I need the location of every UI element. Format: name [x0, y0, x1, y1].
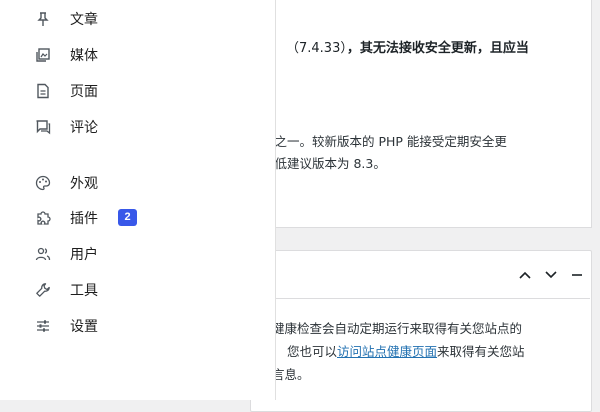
site-health-line-3: 言息。: [272, 367, 310, 382]
users-icon: [34, 245, 52, 263]
admin-menu: 文章 媒体 页面 评论 外观 插件 2 用户 工具 设置: [0, 0, 275, 400]
plugins-update-badge: 2: [118, 209, 137, 226]
site-health-controls: [517, 266, 585, 284]
menu-item-settings[interactable]: 设置: [0, 311, 275, 341]
chevron-down-icon[interactable]: [543, 266, 559, 284]
php-notice-heading: （7.4.33），其无法接收安全更新，且应当: [286, 38, 586, 60]
menu-item-appearance[interactable]: 外观: [0, 168, 275, 198]
menu-item-posts[interactable]: 文章: [0, 4, 275, 34]
php-notice-line-1: 言之一。较新版本的 PHP 能接受定期安全更: [262, 134, 507, 149]
menu-label-settings: 设置: [70, 319, 98, 335]
php-notice-line-2: 最低建议版本为 8.3。: [262, 156, 386, 171]
menu-item-users[interactable]: 用户: [0, 239, 275, 269]
menu-item-comments[interactable]: 评论: [0, 112, 275, 142]
site-health-line-2: 您也可以访问站点健康页面来取得有关您站: [287, 341, 525, 363]
site-health-line-2-prefix: 您也可以: [287, 344, 338, 359]
php-version: （7.4.33）: [286, 41, 347, 56]
menu-label-posts: 文章: [70, 12, 98, 28]
menu-item-tools[interactable]: 工具: [0, 275, 275, 305]
menu-label-appearance: 外观: [70, 176, 98, 192]
menu-label-users: 用户: [70, 247, 98, 263]
sliders-icon: [34, 317, 52, 335]
php-notice-bold-text: ，其无法接收安全更新，且应当: [346, 41, 529, 56]
media-icon: [34, 46, 52, 64]
menu-item-plugins[interactable]: 插件 2: [0, 203, 275, 233]
menu-label-plugins: 插件: [70, 211, 98, 227]
pin-icon: [34, 10, 52, 28]
wrench-icon: [34, 281, 52, 299]
php-notice-card: [250, 0, 592, 228]
site-health-link[interactable]: 访问站点健康页面: [337, 344, 437, 359]
menu-label-tools: 工具: [70, 283, 98, 299]
menu-label-pages: 页面: [70, 84, 98, 100]
menu-label-comments: 评论: [70, 120, 98, 136]
plugin-icon: [34, 209, 52, 227]
menu-item-media[interactable]: 媒体: [0, 40, 275, 70]
card-divider: [251, 298, 590, 299]
palette-icon: [34, 174, 52, 192]
comment-icon: [34, 118, 52, 136]
chevron-up-icon[interactable]: [517, 266, 533, 284]
page-icon: [34, 82, 52, 100]
menu-label-media: 媒体: [70, 48, 98, 64]
menu-item-pages[interactable]: 页面: [0, 76, 275, 106]
site-health-line-2-suffix: 来取得有关您站: [437, 344, 525, 359]
site-health-line-1: 健康检查会自动定期运行来取得有关您站点的: [272, 321, 523, 336]
collapse-icon[interactable]: [569, 266, 585, 284]
